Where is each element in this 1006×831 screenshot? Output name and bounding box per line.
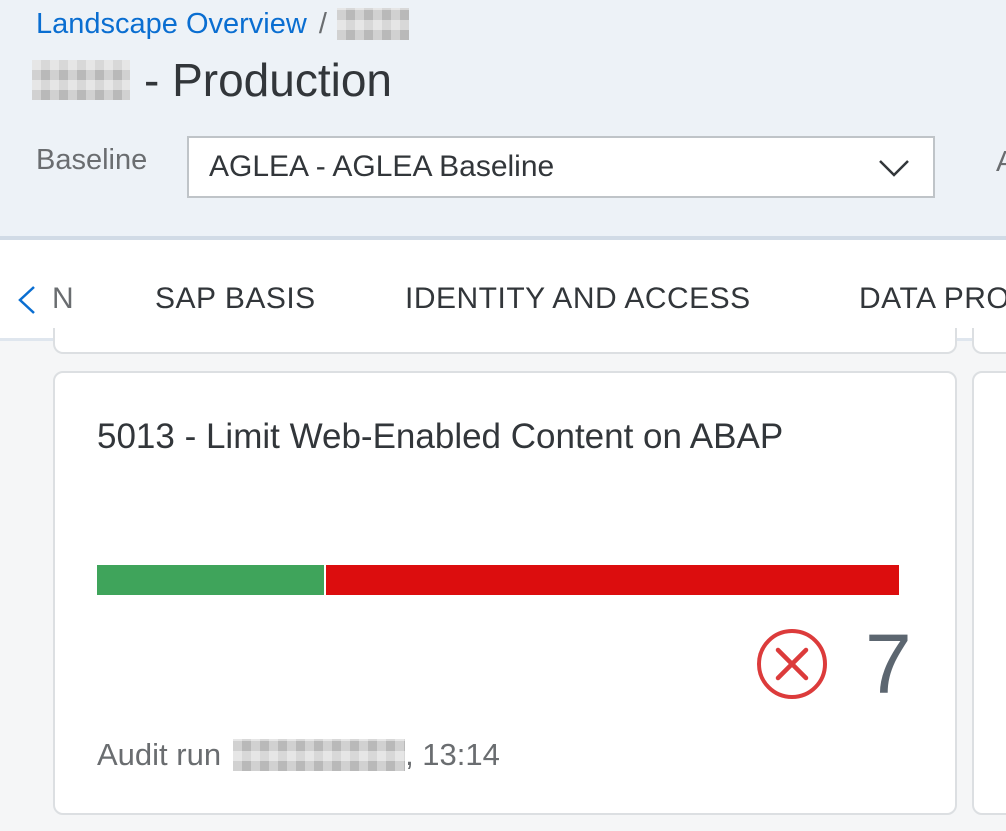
progress-fail-segment	[326, 565, 899, 595]
audit-run-info: Audit run , 13:14	[97, 737, 500, 773]
tab-identity-and-access[interactable]: IDENTITY AND ACCESS	[405, 282, 751, 316]
breadcrumb-redacted-system	[336, 8, 409, 40]
baseline-label: Baseline	[36, 144, 148, 176]
baseline-select[interactable]: AGLEA - AGLEA Baseline	[187, 136, 935, 198]
page-title: - Production	[32, 52, 392, 108]
redacted-system-name	[32, 60, 130, 100]
redacted-audit-date	[233, 739, 406, 771]
chevron-left-icon[interactable]	[14, 284, 40, 316]
breadcrumb: Landscape Overview /	[36, 4, 409, 44]
check-card[interactable]: 5013 - Limit Web-Enabled Content on ABAP…	[53, 371, 957, 815]
failed-status: 7	[755, 619, 912, 709]
audit-run-time: , 13:14	[405, 737, 500, 772]
page-header: Landscape Overview / - Production Baseli…	[0, 0, 1006, 236]
failed-count: 7	[865, 617, 912, 711]
card-title: 5013 - Limit Web-Enabled Content on ABAP	[97, 417, 784, 456]
error-circle-icon	[757, 629, 827, 699]
progress-pass-segment	[97, 565, 327, 595]
next-card-edge[interactable]	[972, 371, 1006, 815]
tab-bar: N SAP BASIS IDENTITY AND ACCESS DATA PRO	[0, 240, 1006, 338]
breadcrumb-link-landscape-overview[interactable]: Landscape Overview	[36, 8, 307, 41]
compliance-progress-bar	[97, 565, 899, 595]
truncated-label: A	[996, 146, 1006, 178]
page-title-text: - Production	[144, 54, 393, 106]
audit-run-label: Audit run	[97, 737, 222, 772]
previous-card-edge	[53, 328, 957, 354]
tab-sap-basis[interactable]: SAP BASIS	[155, 282, 316, 316]
chevron-down-icon[interactable]	[877, 156, 911, 180]
breadcrumb-separator: /	[318, 7, 327, 40]
tab-truncated-previous[interactable]: N	[52, 282, 72, 316]
previous-card-edge-right	[972, 328, 1006, 354]
baseline-select-value: AGLEA - AGLEA Baseline	[209, 150, 555, 183]
tab-data-protection[interactable]: DATA PRO	[859, 282, 1006, 316]
